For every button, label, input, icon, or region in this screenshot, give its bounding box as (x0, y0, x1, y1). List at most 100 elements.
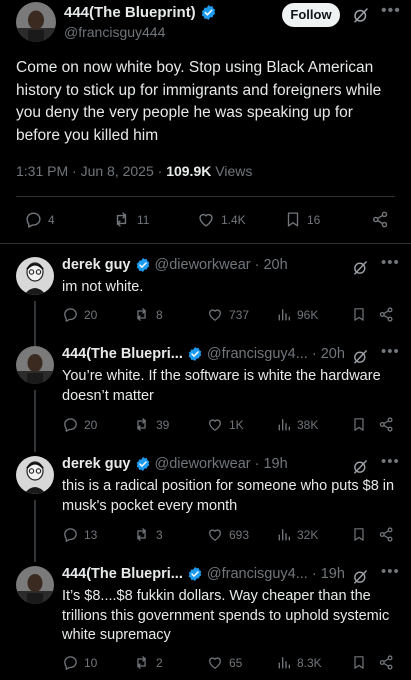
like-count: 693 (229, 527, 250, 542)
action-bar: 4 11 1.4K 16 (0, 208, 411, 232)
like-button[interactable]: 737 (206, 306, 249, 323)
views-button[interactable]: 96K (276, 306, 318, 323)
author-handle[interactable]: @francisguy444 (64, 24, 165, 40)
follow-button[interactable]: Follow (282, 3, 340, 27)
repost-icon (132, 306, 151, 323)
author-name[interactable]: 444(The Blueprint) (64, 4, 196, 21)
repost-count: 39 (156, 417, 170, 432)
more-icon[interactable]: ••• (381, 563, 400, 580)
verified-badge-icon (135, 456, 151, 472)
grok-icon[interactable] (352, 6, 370, 24)
avatar[interactable] (16, 456, 54, 494)
share-button[interactable] (371, 210, 390, 229)
reply-author-name[interactable]: derek guy (62, 257, 131, 273)
share-button[interactable] (378, 526, 395, 543)
like-count: 1.4K (221, 212, 246, 227)
views-count: 38K (297, 417, 319, 432)
views-button[interactable]: 38K (276, 416, 318, 433)
repost-button[interactable]: 39 (132, 416, 169, 433)
reply-handle[interactable]: @dieworkwear (155, 257, 251, 273)
repost-button[interactable]: 2 (132, 654, 163, 671)
views-count: 96K (297, 307, 319, 322)
reply-time[interactable]: · 19h (312, 566, 345, 582)
more-icon[interactable]: ••• (381, 343, 400, 360)
bookmark-button[interactable]: 16 (284, 210, 320, 229)
views-button[interactable]: 32K (276, 526, 318, 543)
like-icon (206, 306, 224, 323)
like-count: 65 (229, 655, 243, 670)
verified-badge-icon (200, 4, 217, 21)
more-icon[interactable]: ••• (381, 2, 401, 20)
repost-button[interactable]: 8 (132, 306, 163, 323)
grok-icon[interactable] (352, 458, 369, 475)
views-count: 8.3K (297, 655, 322, 670)
like-icon (206, 654, 224, 671)
reply-handle[interactable]: @dieworkwear (155, 456, 251, 472)
share-icon (378, 526, 395, 543)
grok-icon[interactable] (352, 259, 369, 276)
reply-button[interactable]: 20 (62, 416, 97, 433)
share-icon (371, 210, 390, 229)
avatar[interactable] (16, 346, 54, 384)
verified-badge-icon (135, 257, 151, 273)
share-button[interactable] (378, 654, 395, 671)
share-icon (378, 654, 395, 671)
share-button[interactable] (378, 306, 395, 323)
reply-text: It’s $8....$8 fukkin dollars. Way cheape… (62, 588, 390, 643)
reply-handle[interactable]: @francisguy4... (207, 346, 308, 362)
repost-button[interactable]: 11 (111, 210, 149, 229)
reply-count: 4 (48, 212, 55, 227)
more-icon[interactable]: ••• (381, 453, 400, 470)
reply-button[interactable]: 10 (62, 654, 97, 671)
like-count: 737 (229, 307, 250, 322)
like-button[interactable]: 693 (206, 526, 249, 543)
views-icon (276, 654, 292, 671)
grok-icon[interactable] (352, 348, 369, 365)
views-button[interactable]: 8.3K (276, 654, 322, 671)
repost-count: 3 (156, 527, 163, 542)
reply-time[interactable]: · 20h (312, 346, 345, 362)
reply-icon (62, 526, 79, 543)
bookmark-button[interactable] (351, 306, 367, 323)
like-button[interactable]: 1K (206, 416, 244, 433)
bookmark-button[interactable] (351, 416, 367, 433)
tweet-time[interactable]: 1:31 PM · Jun 8, 2025 · (16, 163, 166, 179)
grok-icon[interactable] (352, 568, 369, 585)
reply-text: im not white. (62, 279, 144, 295)
reply-icon (62, 416, 79, 433)
like-icon (206, 416, 224, 433)
bookmark-icon (351, 526, 367, 543)
share-icon (378, 416, 395, 433)
bookmark-icon (351, 416, 367, 433)
bookmark-icon (351, 306, 367, 323)
reply-icon (24, 210, 43, 229)
avatar[interactable] (16, 2, 56, 42)
reply-action-bar: 10 2 65 8.3K (0, 654, 411, 674)
reply-time[interactable]: · 20h (255, 257, 288, 273)
bookmark-icon (284, 210, 302, 229)
bookmark-button[interactable] (351, 654, 367, 671)
reply-button[interactable]: 13 (62, 526, 97, 543)
repost-button[interactable]: 3 (132, 526, 163, 543)
more-icon[interactable]: ••• (381, 254, 400, 271)
repost-count: 8 (156, 307, 163, 322)
bookmark-button[interactable] (351, 526, 367, 543)
avatar[interactable] (16, 566, 54, 604)
reply-author-name[interactable]: derek guy (62, 456, 131, 472)
like-button[interactable]: 1.4K (196, 210, 246, 229)
repost-icon (132, 416, 151, 433)
like-icon (196, 210, 216, 229)
repost-icon (132, 654, 151, 671)
reply-action-bar: 13 3 693 32K (0, 526, 411, 546)
reply-author-name[interactable]: 444(The Bluepri... (62, 346, 183, 362)
like-button[interactable]: 65 (206, 654, 242, 671)
reply-author-name[interactable]: 444(The Bluepri... (62, 566, 183, 582)
bookmark-count: 16 (307, 212, 321, 227)
reply-handle[interactable]: @francisguy4... (207, 566, 308, 582)
reply-time[interactable]: · 19h (255, 456, 288, 472)
verified-badge-icon (187, 566, 203, 582)
reply-button[interactable]: 4 (24, 210, 55, 229)
avatar[interactable] (16, 257, 54, 295)
share-button[interactable] (378, 416, 395, 433)
reply-button[interactable]: 20 (62, 306, 97, 323)
